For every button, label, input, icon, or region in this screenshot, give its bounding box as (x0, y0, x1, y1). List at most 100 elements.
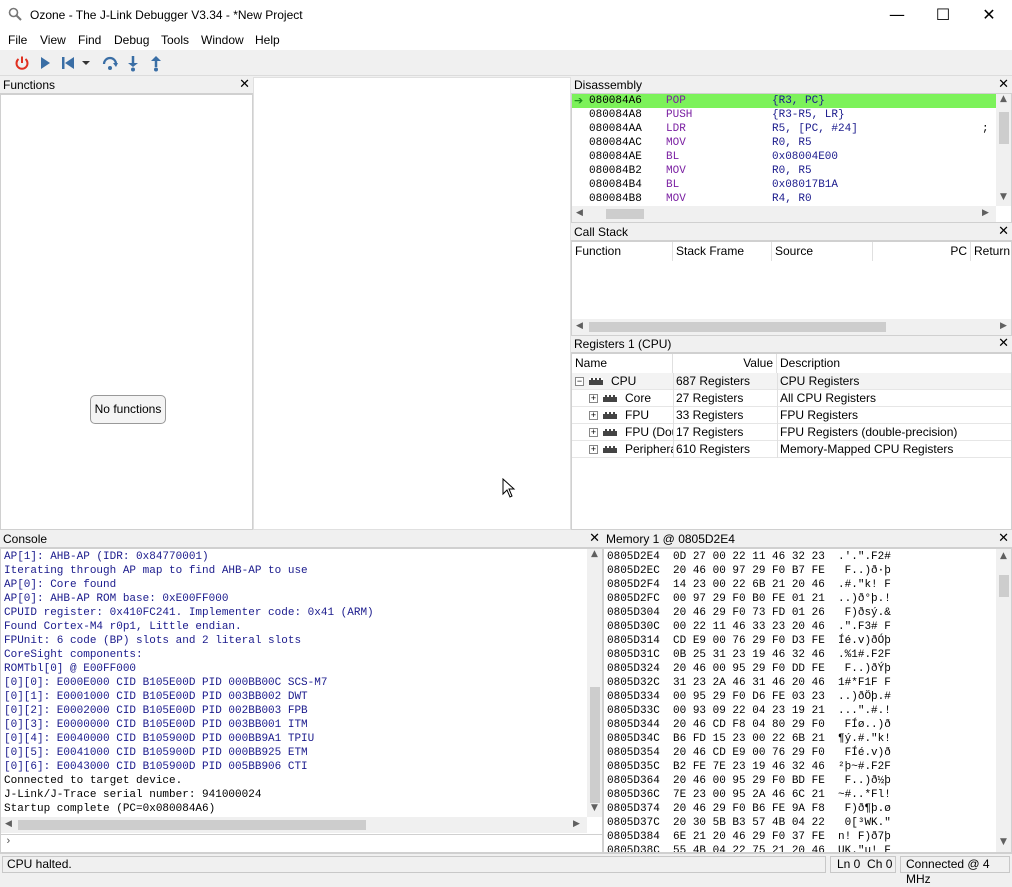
menu-find[interactable]: Find (78, 33, 101, 47)
disassembly-address: 080084B8 (589, 193, 642, 205)
callstack-col-source[interactable]: Source (772, 242, 873, 261)
disassembly-hscrollbar[interactable]: ◀ ▶ (572, 206, 996, 222)
register-row[interactable]: + Periphera 610 Registers Memory-Mapped CPU… (572, 441, 1011, 458)
memory-line[interactable]: 0805D304 20 46 29 F0 73 FD 01 26 F)ðsý.& (607, 606, 891, 620)
console-command-input[interactable]: › (1, 834, 602, 852)
disassembly-mnemonic: LDR (666, 123, 686, 135)
menu-file[interactable]: File (8, 33, 27, 47)
reset-icon[interactable] (60, 54, 78, 72)
callstack-panel-title: Call Stack (574, 225, 629, 239)
disassembly-row[interactable]: 080084B4 BL 0x08017B1A (572, 178, 996, 192)
memory-line[interactable]: 0805D364 20 46 00 95 29 F0 BD FE F..)ð½þ (607, 774, 891, 788)
register-row[interactable]: + FPU (Dou17 Registers FPU Registers (doub… (572, 424, 1011, 441)
memory-line[interactable]: 0805D30C 00 22 11 46 33 23 20 46 .".F3# … (607, 620, 891, 634)
disassembly-row[interactable]: ➔ 080084A6 POP {R3, PC} (572, 94, 996, 108)
status-position: Ln 0 Ch 0 (830, 856, 896, 873)
register-row[interactable]: + Core 27 Registers All CPU Registers (572, 390, 1011, 407)
column-separator (673, 424, 674, 441)
disassembly-operands: R5, [PC, #24] (772, 123, 858, 135)
console-line: Found Cortex-M4 r0p1, Little endian. (4, 621, 242, 633)
console-line: [0][1]: E0001000 CID B105E00D PID 003BB0… (4, 691, 308, 703)
maximize-button[interactable]: ☐ (920, 0, 966, 30)
source-editor-area[interactable] (253, 77, 571, 530)
register-value: 687 Registers (676, 374, 751, 388)
close-icon[interactable]: ✕ (998, 336, 1009, 352)
step-over-icon[interactable] (101, 54, 119, 72)
memory-line[interactable]: 0805D37C 20 30 5B B3 57 4B 04 22 0[³WK." (607, 816, 891, 830)
column-separator (777, 424, 778, 441)
callstack-col-return[interactable]: Return (971, 242, 1011, 261)
collapse-icon[interactable]: − (575, 377, 584, 386)
step-out-icon[interactable] (147, 54, 165, 72)
disassembly-row[interactable]: 080084B8 MOV R4, R0 (572, 192, 996, 206)
disassembly-operands: 0x08004E00 (772, 151, 839, 163)
memory-line[interactable]: 0805D32C 31 23 2A 46 31 46 20 46 1#*F1F … (607, 676, 891, 690)
disassembly-comment: ; (982, 123, 989, 135)
disassembly-row[interactable]: 080084B2 MOV R0, R5 (572, 164, 996, 178)
memory-line[interactable]: 0805D2FC 00 97 29 F0 B0 FE 01 21 ..)ð°þ.… (607, 592, 891, 606)
close-icon[interactable]: ✕ (239, 77, 250, 93)
menu-debug[interactable]: Debug (114, 33, 149, 47)
memory-line[interactable]: 0805D2EC 20 46 00 97 29 F0 B7 FE F..)ð·þ (607, 564, 891, 578)
close-icon[interactable]: ✕ (589, 531, 600, 547)
memory-line[interactable]: 0805D2F4 14 23 00 22 6B 21 20 46 .#."k! … (607, 578, 891, 592)
step-into-icon[interactable] (124, 54, 142, 72)
memory-line[interactable]: 0805D344 20 46 CD F8 04 80 29 F0 FÍø..)ð (607, 718, 891, 732)
expand-icon[interactable]: + (589, 411, 598, 420)
menu-view[interactable]: View (40, 33, 66, 47)
register-row[interactable]: + FPU 33 Registers FPU Registers (572, 407, 1011, 424)
memory-vscrollbar[interactable]: ▲ ▼ (996, 549, 1011, 852)
console-hscrollbar[interactable]: ◀ ▶ (1, 817, 587, 833)
close-icon[interactable]: ✕ (998, 77, 1009, 93)
disassembly-row[interactable]: 080084AA LDR R5, [PC, #24]; (572, 122, 996, 136)
close-window-button[interactable]: ✕ (966, 0, 1012, 30)
register-row[interactable]: − CPU 687 Registers CPU Registers (572, 373, 1011, 390)
expand-icon[interactable]: + (589, 428, 598, 437)
expand-icon[interactable]: + (589, 445, 598, 454)
close-icon[interactable]: ✕ (998, 224, 1009, 240)
console-panel: AP[1]: AHB-AP (IDR: 0x84770001) Iterating… (0, 548, 603, 853)
memory-line[interactable]: 0805D384 6E 21 20 46 29 F0 37 FE n! F)ð7… (607, 830, 891, 844)
minimize-button[interactable]: — (874, 0, 920, 30)
memory-line[interactable]: 0805D36C 7E 23 00 95 2A 46 6C 21 ~#..*Fl… (607, 788, 891, 802)
callstack-hscrollbar[interactable]: ◀ ▶ (572, 319, 1011, 335)
console-line: AP[0]: Core found (4, 579, 117, 591)
memory-line[interactable]: 0805D374 20 46 29 F0 B6 FE 9A F8 F)ð¶þ.ø (607, 802, 891, 816)
memory-line[interactable]: 0805D33C 00 93 09 22 04 23 19 21 ...".#.… (607, 704, 891, 718)
memory-line[interactable]: 0805D314 CD E9 00 76 29 F0 D3 FE Íé.v)ðÓ… (607, 634, 891, 648)
disassembly-vscrollbar[interactable]: ▲ ▼ (996, 94, 1011, 206)
memory-line[interactable]: 0805D2E4 0D 27 00 22 11 46 32 23 .'.".F2… (607, 550, 891, 564)
registers-panel: Name Value Description − CPU 687 Registers… (571, 353, 1012, 530)
console-line: Iterating through AP map to find AHB-AP … (4, 565, 308, 577)
callstack-panel: Function Stack Frame Source PC Return ◀ … (571, 241, 1012, 336)
expand-icon[interactable]: + (589, 394, 598, 403)
menu-help[interactable]: Help (255, 33, 280, 47)
memory-line[interactable]: 0805D334 00 95 29 F0 D6 FE 03 23 ..)ðÖþ.… (607, 690, 891, 704)
menu-tools[interactable]: Tools (161, 33, 189, 47)
menu-window[interactable]: Window (201, 33, 244, 47)
memory-line[interactable]: 0805D34C B6 FD 15 23 00 22 6B 21 ¶ý.#."k… (607, 732, 891, 746)
registers-col-name[interactable]: Name (572, 354, 673, 373)
disassembly-row[interactable]: 080084AE BL 0x08004E00 (572, 150, 996, 164)
console-vscrollbar[interactable]: ▲ ▼ (587, 549, 602, 817)
memory-line[interactable]: 0805D31C 0B 25 31 23 19 46 32 46 .%1#.F2… (607, 648, 891, 662)
disassembly-row[interactable]: 080084A8 PUSH {R3-R5, LR} (572, 108, 996, 122)
callstack-col-pc[interactable]: PC (873, 242, 971, 261)
registers-panel-title: Registers 1 (CPU) (574, 337, 672, 351)
memory-line[interactable]: 0805D354 20 46 CD E9 00 76 29 F0 FÍé.v)ð (607, 746, 891, 760)
continue-icon[interactable] (36, 54, 54, 72)
memory-line[interactable]: 0805D324 20 46 00 95 29 F0 DD FE F..)ðÝþ (607, 662, 891, 676)
power-icon[interactable] (13, 54, 31, 72)
disassembly-address: 080084A6 (589, 95, 642, 107)
callstack-col-stack-frame[interactable]: Stack Frame (673, 242, 772, 261)
console-line: Connected to target device. (4, 775, 183, 787)
disassembly-row[interactable]: 080084AC MOV R0, R5 (572, 136, 996, 150)
callstack-col-function[interactable]: Function (572, 242, 673, 261)
chevron-down-icon[interactable] (80, 54, 92, 72)
registers-col-value[interactable]: Value (673, 354, 777, 373)
registers-col-description[interactable]: Description (777, 354, 1011, 373)
close-icon[interactable]: ✕ (998, 531, 1009, 547)
memory-line[interactable]: 0805D35C B2 FE 7E 23 19 46 32 46 ²þ~#.F2… (607, 760, 891, 774)
callstack-panel-header: Call Stack ✕ (571, 224, 1012, 241)
memory-line[interactable]: 0805D38C 55 4B 04 22 75 21 20 46 UK."u! … (607, 844, 891, 852)
